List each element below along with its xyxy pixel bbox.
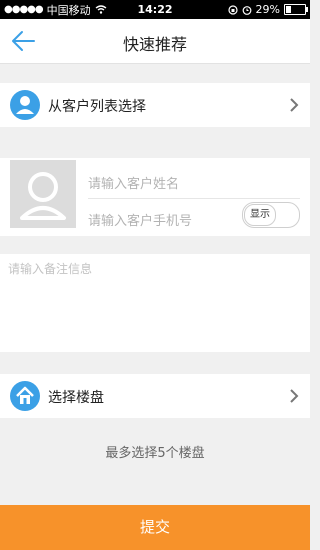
nav-header: 快速推荐 xyxy=(0,19,310,64)
chevron-right-icon xyxy=(290,389,299,403)
show-toggle-label: 显示 xyxy=(244,204,276,226)
page-title: 快速推荐 xyxy=(122,35,187,54)
status-right: 29% xyxy=(227,0,308,19)
person-icon xyxy=(20,172,66,220)
status-bar: ●●●●● 中国移动 14:22 29% xyxy=(0,0,310,19)
submit-button[interactable]: 提交 xyxy=(0,505,310,550)
alarm-icon xyxy=(242,5,251,15)
battery-fill xyxy=(286,6,292,13)
customer-info-section: 请输入客户姓名 请输入客户手机号 显示 xyxy=(0,158,310,236)
input-divider xyxy=(88,198,300,199)
show-phone-toggle[interactable]: 显示 xyxy=(242,202,300,228)
battery-percent: 29% xyxy=(255,3,280,16)
user-icon xyxy=(10,90,40,120)
customer-phone-input[interactable]: 请输入客户手机号 xyxy=(88,210,192,229)
battery-icon xyxy=(284,4,308,15)
select-property-row[interactable]: 选择楼盘 xyxy=(0,374,310,418)
chevron-right-icon xyxy=(290,98,299,112)
home-icon xyxy=(10,381,40,411)
select-customer-list-label: 从客户列表选择 xyxy=(48,99,146,115)
select-property-label: 选择楼盘 xyxy=(48,390,104,406)
remark-textarea[interactable]: 请输入备注信息 xyxy=(0,254,310,352)
rotation-lock-icon xyxy=(227,4,238,15)
remark-placeholder: 请输入备注信息 xyxy=(8,262,93,276)
customer-name-input[interactable]: 请输入客户姓名 xyxy=(88,173,179,192)
property-limit-hint: 最多选择5个楼盘 xyxy=(105,446,205,461)
avatar-placeholder xyxy=(10,160,76,228)
select-customer-list-row[interactable]: 从客户列表选择 xyxy=(0,83,310,127)
